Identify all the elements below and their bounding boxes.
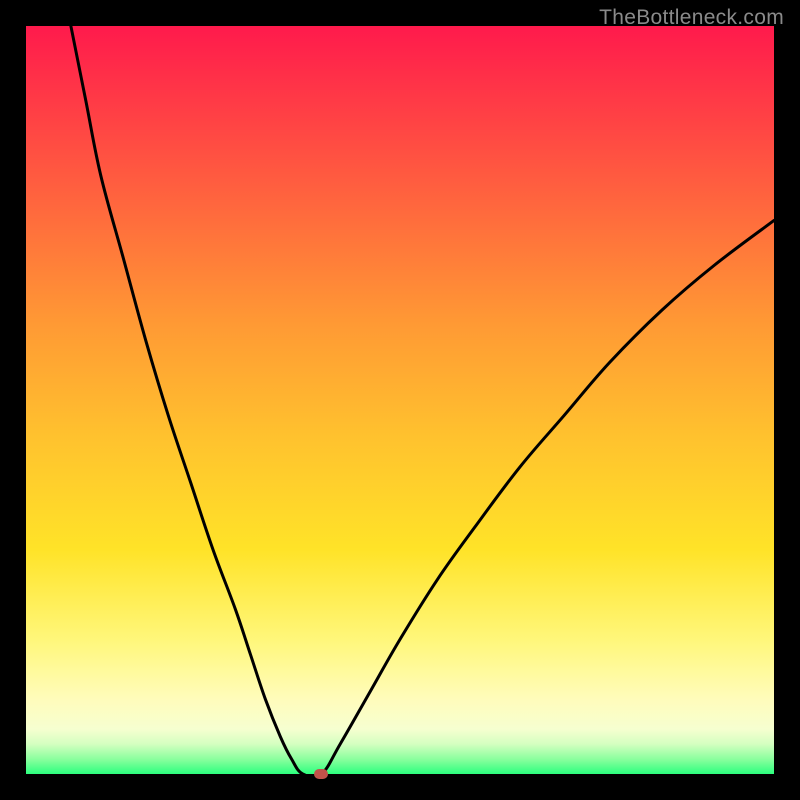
plot-area xyxy=(26,26,774,774)
bottleneck-curve xyxy=(26,26,774,774)
chart-frame: TheBottleneck.com xyxy=(0,0,800,800)
curve-path xyxy=(71,26,774,777)
minimum-marker xyxy=(314,769,328,779)
